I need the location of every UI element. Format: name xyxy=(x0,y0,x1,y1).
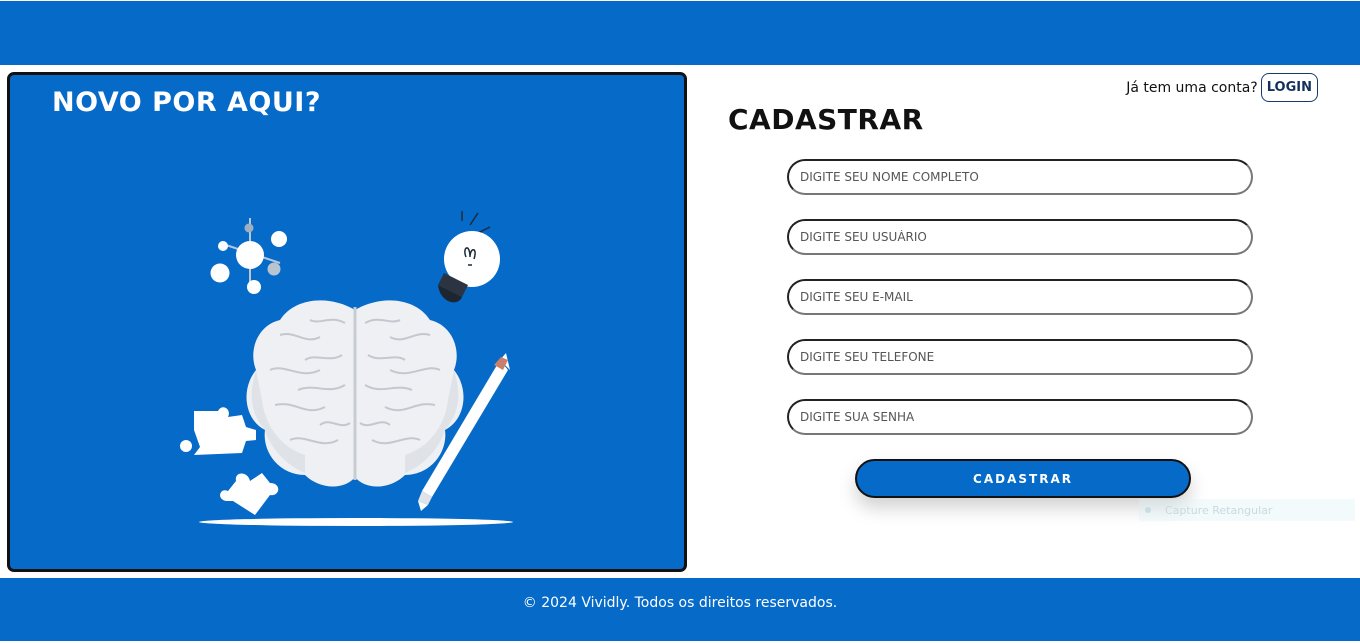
hero-panel: NOVO POR AQUI? xyxy=(7,72,687,572)
brain-illustration xyxy=(180,211,513,526)
register-button[interactable]: CADASTRAR xyxy=(855,459,1191,498)
email-field[interactable] xyxy=(787,279,1253,315)
molecule-icon xyxy=(210,218,287,294)
capture-label: Capture Retangular xyxy=(1165,503,1273,517)
lightbulb-icon xyxy=(438,211,500,303)
phone-field[interactable] xyxy=(787,339,1253,375)
login-row: Já tem uma conta? LOGIN xyxy=(1126,73,1318,102)
hero-title: NOVO POR AQUI? xyxy=(52,87,322,118)
form-title: CADASTRAR xyxy=(728,103,924,136)
shadow-ellipse xyxy=(199,518,513,526)
full-name-field[interactable] xyxy=(787,159,1253,195)
footer-copyright: © 2024 Vividly. Todos os direitos reserv… xyxy=(522,594,838,611)
password-field[interactable] xyxy=(787,399,1253,435)
login-button[interactable]: LOGIN xyxy=(1260,73,1318,102)
top-header-bar xyxy=(0,1,1360,65)
capture-dot-icon xyxy=(1145,507,1151,513)
brain-icon xyxy=(246,300,464,487)
capture-overlay[interactable]: Capture Retangular xyxy=(1139,499,1355,521)
footer: © 2024 Vividly. Todos os direitos reserv… xyxy=(0,578,1360,641)
login-prompt-text: Já tem uma conta? xyxy=(1126,79,1258,96)
username-field[interactable] xyxy=(787,219,1253,255)
